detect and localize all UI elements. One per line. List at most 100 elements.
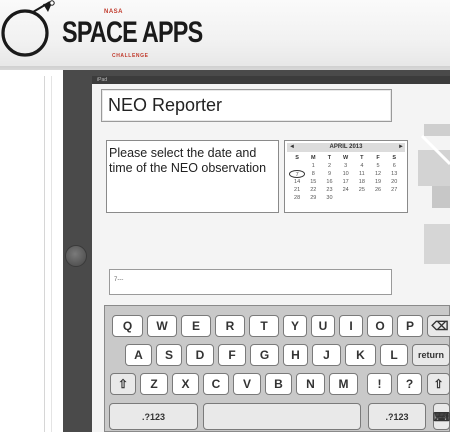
key-d[interactable]: D <box>186 344 214 366</box>
return-key[interactable]: return <box>412 344 450 366</box>
shift-key[interactable]: ⇧ <box>427 373 450 395</box>
calendar-day[interactable]: 13 <box>386 170 402 178</box>
planet-logo-icon <box>1 0 55 57</box>
calendar-day[interactable]: 22 <box>305 186 321 194</box>
key-v[interactable]: V <box>233 373 261 395</box>
exclamation-key[interactable]: ! <box>367 373 392 395</box>
calendar-weekday: T <box>327 155 332 161</box>
key-b[interactable]: B <box>265 373 292 395</box>
calendar-day[interactable]: 27 <box>386 186 402 194</box>
calendar-weekday: F <box>376 155 380 161</box>
status-bar <box>92 76 450 84</box>
home-button[interactable] <box>65 245 87 267</box>
instruction-text: Please select the date and time of the N… <box>109 146 267 175</box>
calendar-day[interactable]: 2 <box>321 162 337 170</box>
calendar-week-row: 21 22 23 24 25 26 27 <box>289 186 403 194</box>
calendar-day[interactable]: 19 <box>370 178 386 186</box>
calendar-week-row: 7 8 9 10 11 12 13 <box>289 170 403 178</box>
calendar-grid: S M T W T F S 1 2 3 4 5 6 7 8 9 10 11 12 13 14 15 16 17 18 19 20 21… <box>289 154 403 202</box>
key-c[interactable]: C <box>203 373 229 395</box>
key-w[interactable]: W <box>147 315 177 337</box>
hide-keyboard-key[interactable]: ⌨ <box>433 403 450 430</box>
calendar-day[interactable]: 15 <box>305 178 321 186</box>
numbers-key[interactable]: .?123 <box>109 403 198 430</box>
key-f[interactable]: F <box>218 344 246 366</box>
calendar-day <box>370 194 386 202</box>
app-title: NEO Reporter <box>108 95 223 115</box>
space-key[interactable] <box>203 403 361 430</box>
key-h[interactable]: H <box>283 344 308 366</box>
calendar-weekday: W <box>343 155 349 161</box>
key-g[interactable]: G <box>250 344 279 366</box>
key-t[interactable]: T <box>249 315 279 337</box>
calendar-day[interactable]: 23 <box>321 186 337 194</box>
key-i[interactable]: I <box>339 315 363 337</box>
calendar-day[interactable]: 29 <box>305 194 321 202</box>
observation-input[interactable] <box>109 269 392 295</box>
calendar-day[interactable]: 25 <box>354 186 370 194</box>
calendar-day[interactable]: 10 <box>338 170 354 178</box>
calendar-day[interactable]: 12 <box>370 170 386 178</box>
key-a[interactable]: A <box>125 344 152 366</box>
numbers-key[interactable]: .?123 <box>368 403 426 430</box>
calendar-day <box>354 194 370 202</box>
calendar-day[interactable]: 17 <box>338 178 354 186</box>
calendar-day[interactable]: 4 <box>354 162 370 170</box>
calendar-week-row: 14 15 16 17 18 19 20 <box>289 178 403 186</box>
calendar-day <box>338 194 354 202</box>
calendar-day[interactable]: 6 <box>386 162 402 170</box>
key-s[interactable]: S <box>156 344 182 366</box>
calendar-day[interactable]: 20 <box>386 178 402 186</box>
key-q[interactable]: Q <box>112 315 143 337</box>
calendar-weekday: S <box>392 155 397 161</box>
backspace-key[interactable]: ⌫ <box>427 315 450 337</box>
calendar-day[interactable]: 16 <box>321 178 337 186</box>
divider <box>44 76 45 432</box>
calendar-day[interactable]: 26 <box>370 186 386 194</box>
calendar-day[interactable]: 14 <box>289 178 305 186</box>
calendar-day[interactable]: 8 <box>305 170 321 178</box>
calendar-day <box>386 194 402 202</box>
calendar-day[interactable]: 3 <box>338 162 354 170</box>
calendar-day[interactable]: 11 <box>354 170 370 178</box>
calendar-day[interactable]: 24 <box>338 186 354 194</box>
logo-agency-text: NASA <box>104 9 124 15</box>
calendar-day[interactable]: 5 <box>370 162 386 170</box>
key-x[interactable]: X <box>172 373 199 395</box>
key-e[interactable]: E <box>181 315 211 337</box>
calendar-weekday: T <box>360 155 364 161</box>
calendar-day[interactable]: 28 <box>289 194 305 202</box>
screenshot: NASA SPACE APPS CHALLENGE iPad NEO Repor… <box>0 0 450 432</box>
key-z[interactable]: Z <box>140 373 168 395</box>
key-l[interactable]: L <box>380 344 408 366</box>
calendar-day-selected[interactable]: 7 <box>289 170 306 178</box>
calendar-day[interactable]: 30 <box>321 194 337 202</box>
key-j[interactable]: J <box>312 344 341 366</box>
left-margin <box>0 70 63 432</box>
decorative-graphic <box>418 124 450 264</box>
calendar-day[interactable]: 1 <box>305 162 321 170</box>
key-r[interactable]: R <box>215 315 245 337</box>
input-value: 7--- <box>114 277 124 283</box>
key-u[interactable]: U <box>311 315 335 337</box>
status-bar-label: iPad <box>97 77 108 83</box>
calendar-day[interactable]: 21 <box>289 186 305 194</box>
calendar-week-row: 123456 <box>289 162 403 170</box>
shift-key[interactable]: ⇧ <box>110 373 136 395</box>
calendar-day <box>289 162 305 170</box>
key-k[interactable]: K <box>345 344 376 366</box>
calendar-day[interactable]: 9 <box>321 170 337 178</box>
calendar-day[interactable]: 18 <box>354 178 370 186</box>
calendar-weekday: M <box>310 155 316 161</box>
key-y[interactable]: Y <box>283 315 307 337</box>
calendar-weekday-row: SMTWTFS <box>289 154 403 162</box>
calendar-next-button[interactable]: ► <box>398 143 404 152</box>
key-p[interactable]: P <box>397 315 423 337</box>
key-o[interactable]: O <box>367 315 393 337</box>
calendar-prev-button[interactable]: ◄ <box>289 143 295 152</box>
logo-subtitle: CHALLENGE <box>112 53 149 59</box>
key-n[interactable]: N <box>296 373 325 395</box>
calendar-month-label: APRIL 2013 <box>329 144 363 150</box>
key-m[interactable]: M <box>329 373 358 395</box>
question-key[interactable]: ? <box>397 373 422 395</box>
